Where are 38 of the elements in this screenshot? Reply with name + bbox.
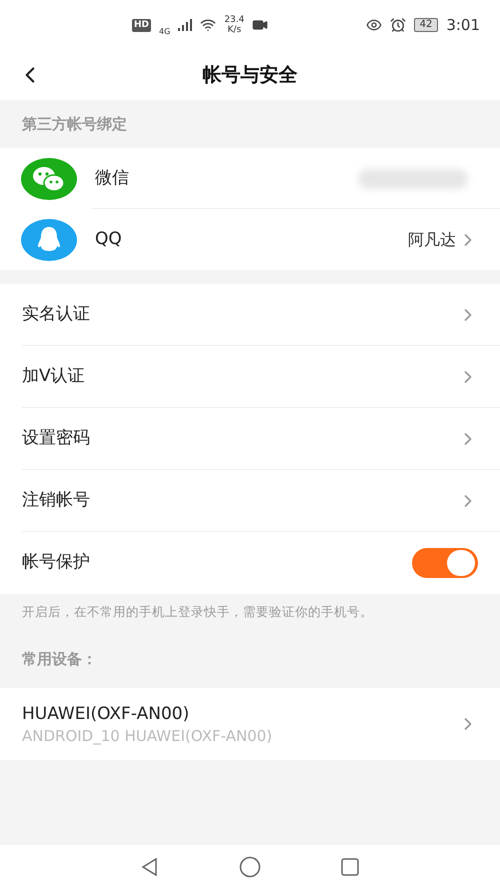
settings-row[interactable]: 注销帐号 [0,470,500,532]
back-triangle-icon[interactable] [140,857,160,877]
battery-icon: 42 [414,18,438,32]
toggle-switch[interactable] [412,548,478,578]
home-circle-icon[interactable] [238,856,261,878]
settings-label: 加V认证 [22,365,86,388]
settings-label: 设置密码 [22,427,91,450]
account-value: 阿凡达 [408,228,456,250]
alarm-icon [390,17,406,33]
signal-icon [178,19,192,31]
device-detail: ANDROID_10 HUAWEI(OXF-AN00) [22,726,274,746]
chat-bubbles-icon [21,158,77,200]
settings-label: 实名认证 [22,303,91,326]
eye-icon [366,17,382,33]
account-name: 微信 [95,166,130,190]
account-row[interactable]: QQ 阿凡达 [0,209,500,270]
section-title: 常用设备： [22,648,97,670]
device-row[interactable]: HUAWEI(OXF-AN00) ANDROID_10 HUAWEI(OXF-AN00) [0,688,500,760]
speed-unit: K/s [228,25,242,35]
settings-row[interactable]: 帐号保护 [0,532,500,594]
hd-badge: HD [132,18,152,32]
wifi-icon [200,17,216,33]
recents-square-icon[interactable] [340,857,360,877]
clock-time: 3:01 [446,14,480,36]
settings-row[interactable]: 设置密码 [0,408,500,470]
section-title: 第三方帐号绑定 [22,114,127,135]
network-speed: 23.4 [224,15,244,25]
network-type: 4G [159,26,170,38]
account-name: QQ [95,228,123,251]
settings-row[interactable]: 加V认证 [0,346,500,408]
settings-label: 注销帐号 [22,489,91,512]
device-name: HUAWEI(OXF-AN00) [22,703,190,726]
settings-label: 帐号保护 [22,551,91,574]
settings-row[interactable]: 实名认证 [0,284,500,346]
account-row[interactable]: 微信 [0,148,500,209]
page-title: 帐号与安全 [202,62,298,88]
penguin-icon [21,218,77,260]
hint-text: 开启后，在不常用的手机上登录快手，需要验证你的手机号。 [22,602,373,621]
